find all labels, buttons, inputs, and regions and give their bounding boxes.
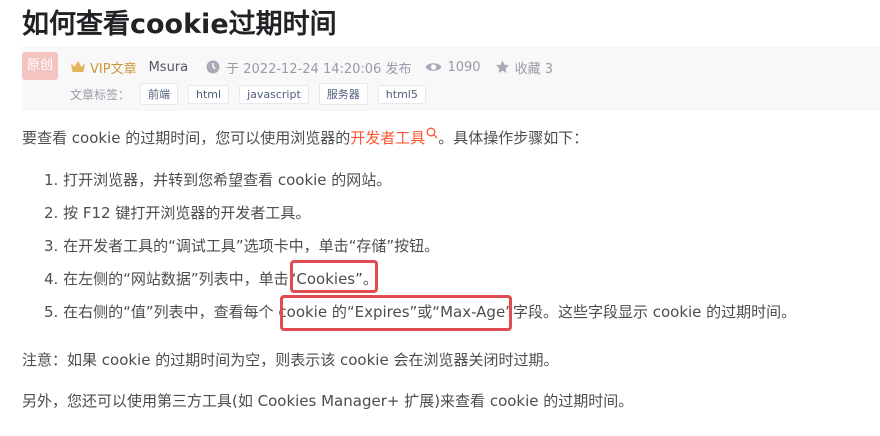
publish-time: 于 2022-12-24 14:20:06 发布: [206, 58, 411, 77]
tag-item[interactable]: html5: [377, 84, 426, 104]
highlight-box-expires: [280, 295, 512, 331]
publish-time-text: 于 2022-12-24 14:20:06 发布: [226, 61, 412, 77]
highlight-box-cookies: [290, 260, 378, 293]
original-badge: 原创: [22, 52, 58, 80]
vip-text: VIP文章: [90, 61, 137, 77]
devtools-link[interactable]: 开发者工具: [350, 127, 438, 147]
clock-icon: [206, 60, 220, 74]
intro-text-before: 要查看 cookie 的过期时间，您可以使用浏览器的: [22, 129, 351, 147]
crown-icon: [71, 61, 85, 72]
meta-info-row: VIP文章 Msura 于 2022-12-24 14:20:06 发布 109…: [70, 57, 553, 77]
star-icon: [495, 60, 509, 73]
vip-label[interactable]: VIP文章: [70, 58, 137, 77]
devtools-link-text: 开发者工具: [350, 129, 426, 147]
tag-item[interactable]: 前端: [140, 83, 179, 105]
eye-icon: [425, 63, 442, 71]
intro-text-after: 。具体操作步骤如下：: [438, 129, 589, 147]
view-count: 1090: [425, 59, 481, 75]
intro-paragraph: 要查看 cookie 的过期时间，您可以使用浏览器的开发者工具 。具体操作步骤如下…: [22, 127, 588, 148]
article-title: 如何查看cookie过期时间: [22, 9, 337, 40]
tag-item[interactable]: html: [188, 84, 230, 104]
tags-label: 文章标签：: [70, 87, 131, 102]
note-paragraph: 注意：如果 cookie 的过期时间为空，则表示该 cookie 会在浏览器关闭…: [22, 351, 559, 369]
tag-item[interactable]: javascript: [239, 84, 309, 104]
extra-note-paragraph: 另外，您还可以使用第三方工具(如 Cookies Manager+ 扩展)来查看…: [22, 392, 634, 410]
favorite-count-text: 收藏 3: [514, 61, 553, 77]
tag-item[interactable]: 服务器: [318, 83, 368, 105]
favorite-count[interactable]: 收藏 3: [495, 58, 553, 77]
tag-row: 文章标签： 前端 html javascript 服务器 html5: [70, 83, 436, 105]
step-item: 3. 在开发者工具的“调试工具”选项卡中，单击“存储”按钮。: [44, 237, 440, 255]
step-item: 2. 按 F12 键打开浏览器的开发者工具。: [44, 204, 311, 222]
author-name[interactable]: Msura: [149, 60, 189, 75]
search-icon: [426, 127, 438, 139]
step-item: 1. 打开浏览器，并转到您希望查看 cookie 的网站。: [44, 171, 392, 189]
article-meta: 原创 VIP文章 Msura 于 2022-12-24 14:20:06 发布 …: [22, 47, 880, 111]
view-count-text: 1090: [447, 59, 481, 75]
